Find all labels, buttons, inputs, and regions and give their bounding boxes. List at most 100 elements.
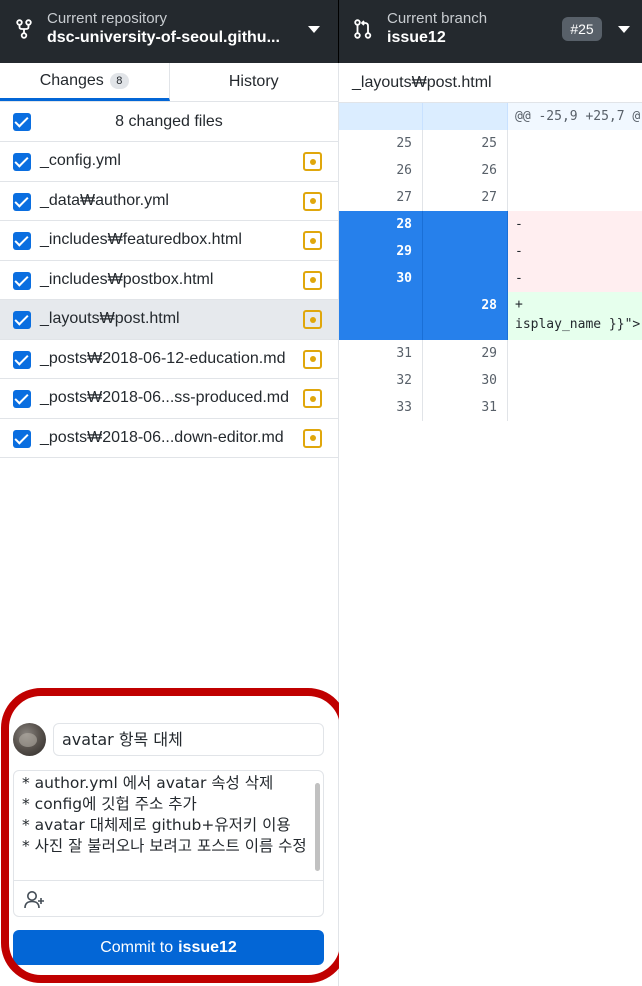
commit-description-input[interactable]: * author.yml 에서 avatar 속성 삭제 * config에 깃… [22, 773, 312, 878]
diff-line-added[interactable]: 28 + isplay_name }}"> [339, 292, 642, 340]
old-line-number: 25 [339, 130, 423, 157]
file-modified-icon [303, 349, 322, 369]
new-line-number: 31 [423, 394, 508, 421]
line-code: - [508, 211, 642, 238]
changed-files-header: 8 changed files [0, 102, 338, 142]
old-line-number: 32 [339, 367, 423, 394]
repository-name: dsc-university-of-seoul.githu... [47, 29, 280, 46]
file-name: _includes₩postbox.html [40, 270, 214, 288]
new-line-number [423, 238, 508, 265]
tab-changes[interactable]: Changes 8 [0, 63, 170, 101]
caret-down-icon [308, 26, 320, 33]
pull-request-badge[interactable]: #25 [562, 17, 602, 41]
tab-history-label: History [228, 73, 279, 90]
add-coauthor-icon[interactable] [24, 890, 46, 910]
branch-selector[interactable]: Current branch issue12 #25 [339, 0, 642, 63]
new-line-number: 25 [423, 130, 508, 157]
file-name: _data₩author.yml [40, 191, 169, 209]
old-line-number: 29 [339, 238, 423, 265]
diff-line[interactable]: 27 27 [339, 184, 642, 211]
diff-line-deleted[interactable]: 28 - [339, 211, 642, 238]
file-checkbox[interactable] [13, 429, 31, 448]
file-modified-icon [303, 389, 322, 408]
git-pull-request-icon [353, 17, 373, 41]
diff-line-deleted[interactable]: 29 - [339, 238, 642, 265]
file-name: _posts₩2018-06-12-education.md [40, 349, 286, 367]
new-line-number: 28 [423, 292, 508, 340]
file-name: _posts₩2018-06...ss-produced.md [40, 389, 290, 407]
file-row[interactable]: _includes₩featuredbox.html [0, 221, 338, 261]
new-line-number [423, 103, 508, 130]
line-code: - [508, 265, 642, 292]
branch-name: issue12 [387, 29, 446, 46]
diff-line[interactable]: 32 30 [339, 367, 642, 394]
file-checkbox[interactable] [13, 350, 31, 369]
new-line-number: 30 [423, 367, 508, 394]
commit-button-branch: issue12 [178, 938, 237, 956]
file-checkbox[interactable] [13, 390, 31, 408]
new-line-number [423, 265, 508, 292]
new-line-number: 27 [423, 184, 508, 211]
toolbar: Current repository dsc-university-of-seo… [0, 0, 642, 63]
commit-button-label: Commit to [100, 938, 174, 956]
file-modified-icon [303, 231, 322, 250]
old-line-number: 26 [339, 157, 423, 184]
file-row[interactable]: _posts₩2018-06...down-editor.md [0, 419, 338, 458]
file-name: _config.yml [40, 152, 121, 170]
file-row-selected[interactable]: _layouts₩post.html [0, 300, 338, 340]
description-scrollbar[interactable] [315, 783, 320, 871]
old-line-number [339, 292, 423, 340]
commit-description-box[interactable]: * author.yml 에서 avatar 속성 삭제 * config에 깃… [13, 770, 324, 917]
changes-count-badge: 8 [109, 72, 129, 89]
line-code: + isplay_name }}"> [508, 292, 642, 340]
file-checkbox[interactable] [13, 311, 31, 329]
diff-line-deleted[interactable]: 30 - [339, 265, 642, 292]
old-line-number: 33 [339, 394, 423, 421]
file-name: _posts₩2018-06...down-editor.md [40, 428, 284, 446]
file-modified-icon [303, 310, 322, 329]
tab-history[interactable]: History [170, 63, 339, 101]
file-modified-icon [303, 428, 322, 448]
line-code: - [508, 238, 642, 265]
diff-line[interactable]: 31 29 [339, 340, 642, 367]
tab-changes-label: Changes [39, 71, 104, 89]
commit-button[interactable]: Commit to issue12 [13, 930, 324, 965]
file-modified-icon [303, 270, 322, 290]
diff-file-path: _layouts₩post.html [339, 63, 642, 103]
repository-label: Current repository [47, 10, 168, 27]
diff-view: _layouts₩post.html @@ -25,9 +25,7 @ 25 2… [339, 63, 642, 986]
new-line-number [423, 211, 508, 238]
file-modified-icon [303, 152, 322, 171]
caret-down-icon [618, 26, 630, 33]
repository-selector[interactable]: Current repository dsc-university-of-seo… [0, 0, 339, 63]
old-line-number: 30 [339, 265, 423, 292]
file-row[interactable]: _includes₩postbox.html [0, 261, 338, 300]
sidebar-tabs: Changes 8 History [0, 63, 338, 102]
file-row[interactable]: _posts₩2018-06-12-education.md [0, 340, 338, 379]
file-checkbox[interactable] [13, 271, 31, 290]
file-row[interactable]: _data₩author.yml [0, 182, 338, 221]
file-row[interactable]: _config.yml [0, 142, 338, 182]
file-checkbox[interactable] [13, 192, 31, 211]
file-checkbox[interactable] [13, 153, 31, 171]
old-line-number: 28 [339, 211, 423, 238]
file-name: _layouts₩post.html [40, 310, 180, 328]
avatar [13, 723, 46, 756]
description-footer [14, 880, 323, 916]
diff-line[interactable]: 25 25 [339, 130, 642, 157]
file-row[interactable]: _posts₩2018-06...ss-produced.md [0, 379, 338, 419]
file-name: _includes₩featuredbox.html [40, 231, 242, 249]
changed-files-list: _config.yml _data₩author.yml _includes₩f… [0, 142, 338, 458]
diff-line[interactable]: 33 31 [339, 394, 642, 421]
branch-label: Current branch [387, 10, 488, 27]
diff-hunk-header[interactable]: @@ -25,9 +25,7 @ [339, 103, 642, 130]
commit-summary-input[interactable]: avatar 항목 대체 [53, 723, 324, 756]
diff-line[interactable]: 26 26 [339, 157, 642, 184]
new-line-number: 26 [423, 157, 508, 184]
diff-table: @@ -25,9 +25,7 @ 25 25 26 26 27 27 28 - … [339, 103, 642, 421]
repo-fork-icon [14, 17, 34, 41]
file-checkbox[interactable] [13, 232, 31, 250]
